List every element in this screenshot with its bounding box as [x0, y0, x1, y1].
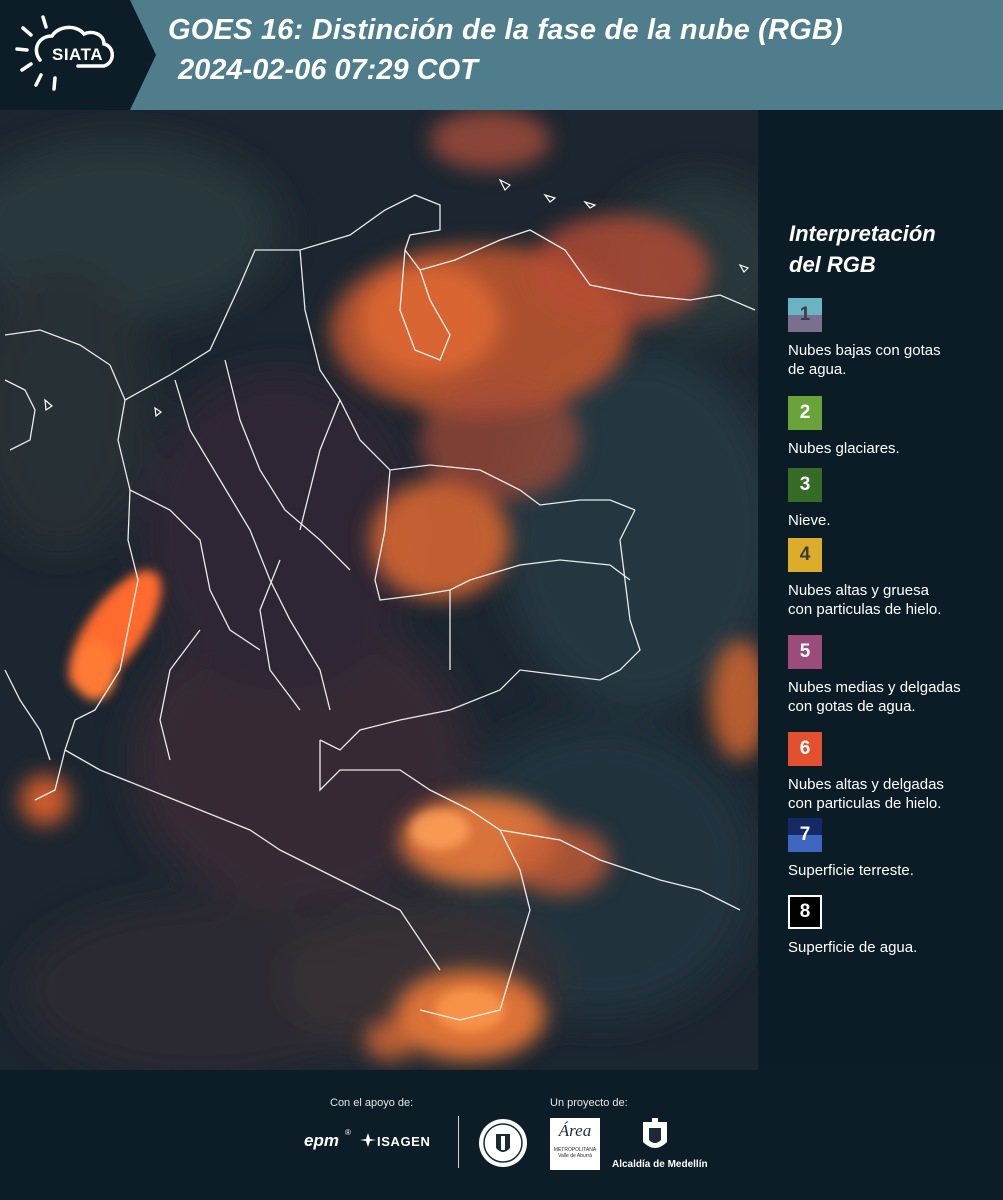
- legend-label-line2: con gotas de agua.: [788, 698, 916, 715]
- legend-item: 3 Nieve.: [788, 468, 998, 530]
- header-divider-arrow: [130, 0, 156, 110]
- isagen-logo: ISAGEN: [377, 1134, 431, 1149]
- legend-swatch: 2: [788, 396, 822, 430]
- legend-label: Nubes glaciares.: [788, 439, 998, 458]
- epm-logo: epm: [304, 1131, 339, 1150]
- area-metropolitana-logo: Área METROPOLITANA Valle de Aburrá: [550, 1118, 600, 1170]
- legend-label: Nubes altas y delgadas con particulas de …: [788, 775, 998, 813]
- legend-label: Nubes altas y gruesa con particulas de hi…: [788, 581, 998, 619]
- legend-label-line2: con particulas de hielo.: [788, 601, 942, 618]
- legend-label-line1: Nubes bajas con gotas: [788, 342, 941, 359]
- legend-item: 7 Superficie terreste.: [788, 818, 998, 880]
- legend-label-line1: Nubes altas y gruesa: [788, 582, 929, 599]
- legend-label-line1: Nubes medias y delgadas: [788, 679, 961, 696]
- legend-label-line1: Superficie de agua.: [788, 939, 918, 956]
- isagen-icon: [360, 1132, 376, 1148]
- area-logo-subtext2: Valle de Aburrá: [558, 1153, 592, 1159]
- legend-label-line2: con particulas de hielo.: [788, 795, 942, 812]
- siata-logo: SIATA: [0, 0, 130, 110]
- project-label: Un proyecto de:: [550, 1097, 628, 1109]
- legend-swatch: 6: [788, 732, 822, 766]
- siata-logo-text: SIATA: [52, 45, 103, 64]
- legend-label-line1: Superficie terreste.: [788, 862, 914, 879]
- legend-label-line2: de agua.: [788, 361, 847, 378]
- footer-divider: [458, 1116, 459, 1168]
- legend-swatch: 3: [788, 468, 822, 502]
- registered-mark-icon: ®: [345, 1128, 351, 1137]
- page-timestamp: 2024-02-06 07:29 COT: [178, 54, 478, 86]
- legend-panel: Interpretación del RGB 1 Nubes bajas con …: [760, 110, 1003, 1070]
- legend-title: Interpretación del RGB: [789, 218, 936, 280]
- legend-label: Superficie terreste.: [788, 861, 998, 880]
- area-logo-text: Área: [558, 1121, 592, 1140]
- page-title: GOES 16: Distinción de la fase de la nub…: [168, 14, 843, 46]
- legend-item: 8 Superficie de agua.: [788, 895, 998, 957]
- legend-title-line1: Interpretación: [789, 221, 936, 246]
- legend-label: Nubes medias y delgadas con gotas de agua…: [788, 678, 998, 716]
- footer: Con el apoyo de: Un proyecto de: epm ® I…: [0, 1070, 1003, 1200]
- legend-item: 2 Nubes glaciares.: [788, 396, 998, 458]
- legend-title-line2: del RGB: [789, 252, 876, 277]
- legend-item: 6 Nubes altas y delgadas con particulas de…: [788, 732, 998, 813]
- medellin-shield-icon: [640, 1118, 670, 1156]
- support-label: Con el apoyo de:: [330, 1097, 414, 1109]
- alcaldia-label: Alcaldía de Medellín: [612, 1159, 708, 1170]
- legend-swatch: 7: [788, 818, 822, 852]
- legend-label: Nieve.: [788, 511, 998, 530]
- header-bar: SIATA GOES 16: Distinción de la fase de …: [0, 0, 1003, 110]
- satellite-map: [0, 110, 758, 1070]
- legend-swatch: 4: [788, 538, 822, 572]
- rgb-satellite-image: [0, 110, 758, 1070]
- legend-label: Superficie de agua.: [788, 938, 998, 957]
- legend-label-line1: Nieve.: [788, 512, 831, 529]
- legend-label: Nubes bajas con gotas de agua.: [788, 341, 998, 379]
- legend-label-line1: Nubes altas y delgadas: [788, 776, 944, 793]
- legend-item: 5 Nubes medias y delgadas con gotas de agu…: [788, 635, 998, 716]
- legend-label-line1: Nubes glaciares.: [788, 440, 900, 457]
- university-seal-icon: [478, 1118, 528, 1168]
- legend-swatch: 8: [788, 895, 822, 929]
- legend-item: 4 Nubes altas y gruesa con particulas de h…: [788, 538, 998, 619]
- legend-swatch: 5: [788, 635, 822, 669]
- legend-item: 1 Nubes bajas con gotas de agua.: [788, 298, 998, 379]
- legend-swatch: 1: [788, 298, 822, 332]
